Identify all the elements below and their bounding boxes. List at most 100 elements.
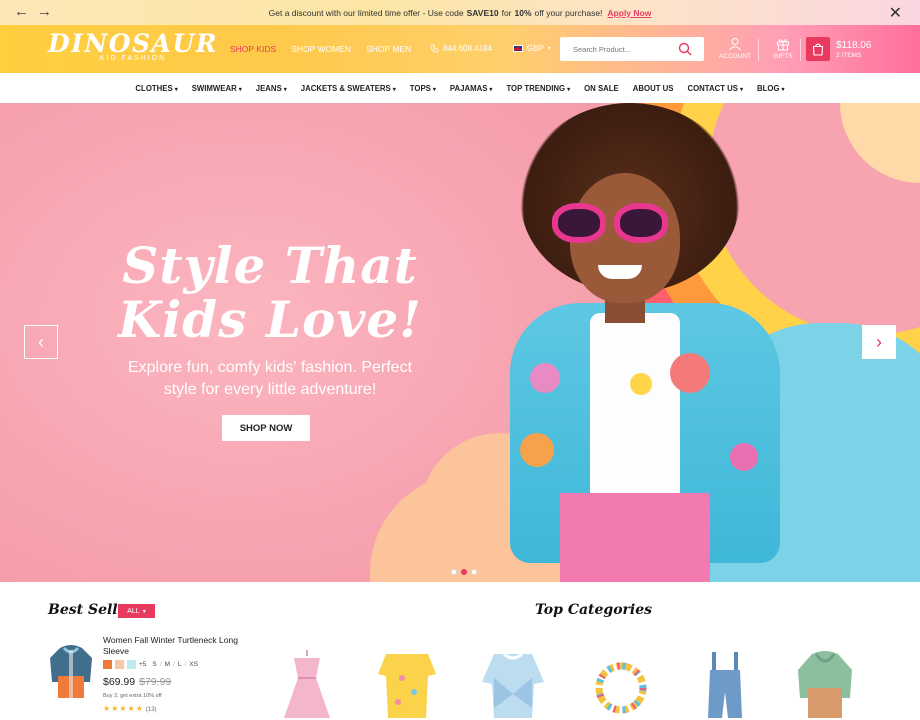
promo-mid: for	[501, 7, 512, 18]
search-input[interactable]	[560, 44, 678, 54]
slider-dot[interactable]	[461, 569, 467, 575]
shop-men-link[interactable]: SHOP MEN	[366, 44, 411, 54]
size-option[interactable]: S	[152, 661, 156, 668]
color-swatch[interactable]	[127, 660, 136, 669]
filter-label: ALL	[127, 607, 140, 615]
hero-copy: Style That Kids Love! Explore fun, comfy…	[110, 239, 430, 401]
color-swatch[interactable]	[115, 660, 124, 669]
chevron-down-icon: ▾	[142, 608, 146, 615]
gifts-label: GIFTS	[773, 53, 793, 60]
chevron-down-icon: ▾	[174, 86, 178, 93]
shop-kids-link[interactable]: SHOP KIDS	[230, 44, 276, 54]
cart-items-count: 2 ITEMS	[836, 51, 862, 59]
header-divider	[758, 39, 759, 61]
nav-item-tops[interactable]: TOPS ▾	[410, 84, 436, 93]
nav-item-clothes[interactable]: CLOTHES ▾	[135, 84, 177, 93]
product-promo-note: Buy 2, get extra 10% off	[103, 693, 162, 699]
nav-item-label: PAJAMAS	[449, 83, 488, 93]
apply-now-link[interactable]: Apply Now	[607, 8, 651, 18]
chevron-down-icon: ▾	[567, 86, 571, 93]
product-name[interactable]: Women Fall Winter Turtleneck Long Sleeve	[103, 635, 238, 657]
phone[interactable]: 844.608.4184	[430, 44, 492, 53]
slider-dots	[451, 569, 477, 575]
back-arrow-icon[interactable]: ←	[14, 4, 29, 20]
current-price: $69.99	[103, 676, 136, 688]
search-icon[interactable]	[678, 42, 692, 56]
chevron-down-icon: ▾	[238, 86, 242, 93]
prev-slide-button[interactable]: ‹	[24, 325, 58, 359]
logo-brand: DINOSAUR	[48, 29, 219, 58]
chevron-left-icon: ‹	[38, 331, 44, 352]
nav-item-label: SWIMWEAR	[191, 83, 237, 93]
hero-subtitle: Explore fun, comfy kids' fashion. Perfec…	[127, 359, 413, 398]
more-colors[interactable]: +5	[139, 661, 146, 668]
slider-dot[interactable]	[471, 569, 477, 575]
chevron-down-icon: ▾	[489, 86, 493, 93]
search-box	[560, 37, 704, 61]
nav-item-contact-us[interactable]: CONTACT US ▾	[687, 84, 743, 93]
category-dress[interactable]	[272, 648, 342, 720]
nav-item-swimwear[interactable]: SWIMWEAR ▾	[192, 84, 242, 93]
category-sweaters[interactable]	[478, 648, 548, 720]
promo-code: SAVE10	[466, 7, 499, 18]
forward-arrow-icon[interactable]: →	[37, 4, 52, 20]
category-overalls[interactable]	[690, 648, 760, 720]
nav-item-label: CLOTHES	[135, 83, 173, 93]
size-option[interactable]: M	[165, 661, 170, 668]
chevron-down-icon: ▾	[547, 46, 551, 52]
nav-item-label: BLOG	[757, 83, 780, 93]
bottom-section: Best Sellers ALL ▾ Women Fall Winter Tur…	[0, 582, 920, 720]
nav-item-label: CONTACT US	[687, 83, 738, 93]
nav-item-on-sale[interactable]: ON SALE	[584, 84, 619, 93]
hero-title: Style That Kids Love!	[110, 239, 430, 347]
browser-nav: ← →	[14, 4, 52, 20]
nav-item-blog[interactable]: BLOG ▾	[757, 84, 785, 93]
currency-label: GBP	[527, 44, 544, 53]
shop-now-button[interactable]: SHOP NOW	[222, 415, 310, 441]
close-icon[interactable]: ✕	[889, 3, 902, 23]
nav-item-jackets-sweaters[interactable]: JACKETS & SWEATERS ▾	[301, 84, 396, 93]
product-rating: ★★★★★ (13)	[103, 704, 157, 713]
chevron-down-icon: ▾	[781, 86, 785, 93]
site-header: DINOSAUR KID FASHION SHOP KIDS SHOP WOME…	[0, 25, 920, 73]
category-hoodies[interactable]	[790, 648, 860, 720]
phone-number: 844.608.4184	[443, 44, 492, 53]
category-nav: CLOTHES ▾ SWIMWEAR ▾ JEANS ▾ JACKETS & SWEATER…	[0, 73, 920, 103]
best-sellers-filter[interactable]: ALL ▾	[118, 604, 155, 618]
nav-item-label: JEANS	[255, 83, 282, 93]
uk-flag-icon	[513, 45, 523, 52]
slider-dot[interactable]	[451, 569, 457, 575]
top-categories-title: Top Categories	[535, 602, 653, 618]
product-image[interactable]	[46, 642, 96, 702]
gifts-link[interactable]: GIFTS	[768, 37, 798, 60]
size-option[interactable]: XS	[189, 661, 198, 668]
nav-item-pajamas[interactable]: PAJAMAS ▾	[450, 84, 493, 93]
promo-text: Get a discount with our limited time off…	[268, 7, 464, 18]
hero-slider: Style That Kids Love! Explore fun, comfy…	[0, 103, 920, 582]
cart-button[interactable]: $118.06 2 ITEMS	[806, 37, 871, 61]
account-link[interactable]: ACCOUNT	[718, 37, 752, 60]
category-pajamas[interactable]	[372, 648, 442, 720]
shop-women-link[interactable]: SHOP WOMEN	[291, 44, 351, 54]
next-slide-button[interactable]: ›	[862, 325, 896, 359]
phone-icon	[430, 44, 439, 53]
size-option[interactable]: L	[178, 661, 182, 668]
color-swatch[interactable]	[103, 660, 112, 669]
cart-total: $118.06	[836, 39, 872, 51]
currency-selector[interactable]: GBP ▾	[513, 44, 551, 53]
promo-percent: 10%	[514, 7, 532, 18]
star-icons: ★★★★★	[103, 704, 144, 713]
nav-item-label: TOP TRENDING	[506, 83, 566, 93]
product-options: +5 S / M / L / XS	[103, 660, 198, 669]
nav-item-jeans[interactable]: JEANS ▾	[256, 84, 287, 93]
nav-item-top-trending[interactable]: TOP TRENDING ▾	[506, 84, 570, 93]
category-accessories[interactable]	[586, 648, 656, 720]
promo-bar: ← → Get a discount with our limited time…	[0, 0, 920, 25]
hero-title-line: Style That	[122, 236, 418, 295]
gift-icon	[777, 39, 789, 51]
user-icon	[729, 38, 741, 51]
nav-item-about-us[interactable]: ABOUT US	[633, 84, 674, 93]
logo[interactable]: DINOSAUR KID FASHION	[48, 29, 219, 63]
nav-item-label: ON SALE	[584, 83, 619, 93]
nav-item-label: ABOUT US	[632, 83, 674, 93]
